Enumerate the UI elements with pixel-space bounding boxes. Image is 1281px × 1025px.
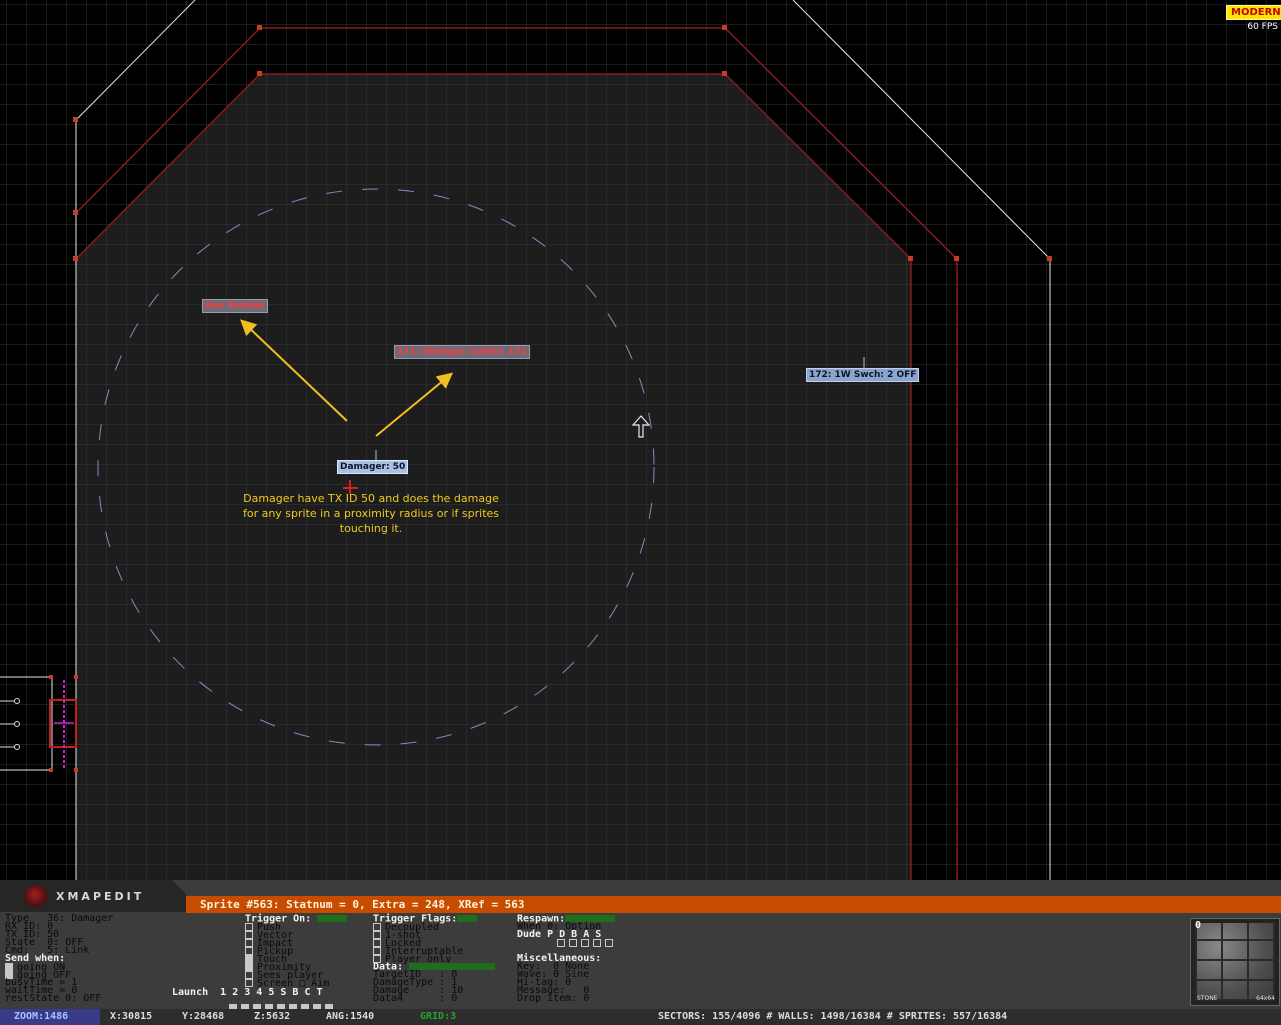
sprite-label-damager[interactable]: Damager: 50 xyxy=(337,460,409,474)
status-grid: GRID:3 xyxy=(420,1011,457,1022)
status-y: Y:28468 xyxy=(182,1011,225,1022)
status-counts: SECTORS: 155/4096 # WALLS: 1498/16384 # … xyxy=(658,1011,1008,1022)
checkbox-icon[interactable] xyxy=(245,947,253,955)
sprite-label-switch[interactable]: 172: 1W Swch: 2 OFF xyxy=(806,368,920,382)
texture-size: 64x64 xyxy=(1256,995,1275,1002)
checkbox-icon[interactable] xyxy=(373,939,381,947)
texture-number: 0 xyxy=(1195,920,1202,931)
checkbox-icon[interactable] xyxy=(557,939,565,947)
props-column: Type 36: Damager RX ID: 0 TX ID: 50 Stat… xyxy=(5,914,113,1004)
checkbox-icon[interactable] xyxy=(245,955,253,963)
checkbox-icon[interactable] xyxy=(245,971,253,979)
respawn-column: Respawn: When 0: Option Dude P D B A S M… xyxy=(517,914,617,1004)
data-4[interactable]: Data4 : 0 xyxy=(373,994,495,1004)
texture-image xyxy=(1195,923,1275,1001)
checkbox-icon[interactable] xyxy=(245,939,253,947)
texture-thumbnail[interactable]: 0 STONE 64x64 xyxy=(1190,918,1280,1006)
checkbox-icon[interactable] xyxy=(245,923,253,931)
texture-name: STONE xyxy=(1197,995,1218,1002)
fps-counter: 60 FPS xyxy=(1247,22,1278,32)
sprite-label-shotgun-cultist[interactable]: 171: Shotgun Cultist: 172 xyxy=(394,345,530,359)
annotation-note: Damager have TX ID 50 and does the damag… xyxy=(242,492,500,535)
sprite-properties-panel: XMAPEDIT Sprite #563: Statnum = 0, Extra… xyxy=(0,880,1281,1025)
checkbox-icon[interactable] xyxy=(373,931,381,939)
checkbox-icon[interactable] xyxy=(373,947,381,955)
checkbox-icon[interactable] xyxy=(245,979,253,987)
trigger-on-column: Trigger On: Push Vector Impact Pickup To… xyxy=(245,914,348,989)
app-logo-icon xyxy=(24,885,48,909)
checkbox-icon[interactable] xyxy=(605,939,613,947)
checkbox-icon[interactable] xyxy=(245,931,253,939)
checkbox-icon[interactable] xyxy=(593,939,601,947)
rest-state[interactable]: restState 0: OFF xyxy=(5,994,113,1004)
checkbox-icon[interactable] xyxy=(569,939,577,947)
trigger-flags-column: Trigger Flags: Decoupled 1-shot Locked I… xyxy=(373,914,496,1004)
checkbox-icon[interactable] xyxy=(5,963,13,971)
status-bar: ZOOM:1486 X:30815 Y:28468 Z:5632 ANG:154… xyxy=(0,1009,1281,1025)
checkbox-icon[interactable] xyxy=(245,963,253,971)
sprite-label-axe-zombie[interactable]: Axe Zombie xyxy=(202,299,268,313)
map-viewport[interactable] xyxy=(0,0,1281,880)
app-tab: XMAPEDIT xyxy=(0,880,186,912)
checkbox-icon[interactable] xyxy=(581,939,589,947)
launch-label: Launch xyxy=(172,987,209,998)
dude-checkboxes[interactable] xyxy=(517,939,617,947)
status-angle: ANG:1540 xyxy=(326,1011,375,1022)
misc-drop-item[interactable]: Drop item: 0 xyxy=(517,994,617,1004)
mode-badge[interactable]: MODERN xyxy=(1226,5,1281,20)
respawn-dude[interactable]: Dude P D B A S xyxy=(517,930,617,940)
panel-title: Sprite #563: Statnum = 0, Extra = 248, X… xyxy=(186,896,1281,913)
mouse-cursor-icon xyxy=(632,415,650,438)
status-x: X:30815 xyxy=(110,1011,153,1022)
checkbox-icon[interactable] xyxy=(373,923,381,931)
status-zoom: ZOOM:1486 xyxy=(0,1009,100,1025)
status-z: Z:5632 xyxy=(254,1011,291,1022)
app-name: XMAPEDIT xyxy=(56,890,145,903)
grid xyxy=(0,0,1281,880)
trigger-screen-aim[interactable]: Screen □ Aim xyxy=(245,979,347,989)
